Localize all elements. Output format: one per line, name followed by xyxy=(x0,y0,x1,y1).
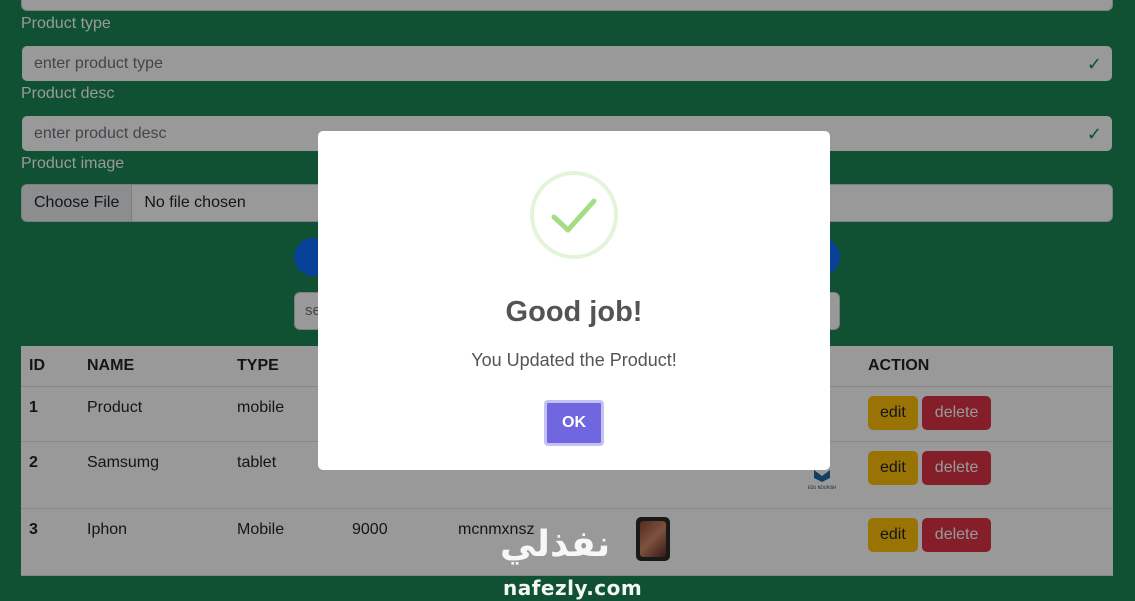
watermark-url: nafezly.com xyxy=(503,576,643,600)
success-check-icon xyxy=(530,171,618,259)
dialog-message: You Updated the Product! xyxy=(471,350,677,370)
success-dialog: Good job! You Updated the Product! OK xyxy=(318,131,830,470)
ok-button[interactable]: OK xyxy=(544,400,604,446)
dialog-title: Good job! xyxy=(505,296,643,328)
watermark-arabic: نفذلي xyxy=(500,524,611,565)
